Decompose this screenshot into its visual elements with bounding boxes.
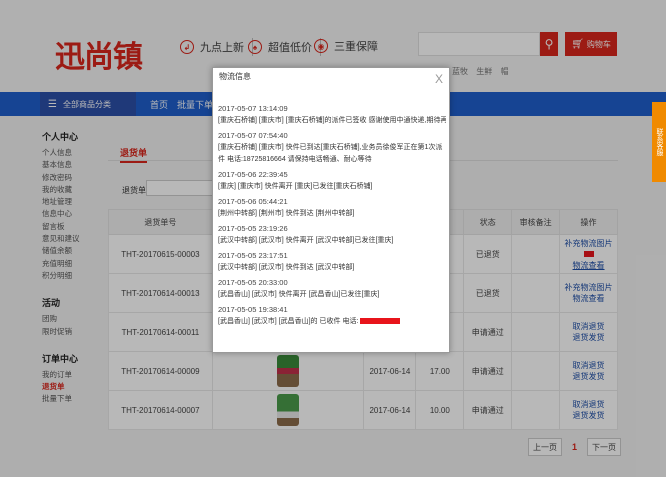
log-text: [武昌香山] [武汉市] 快件离开 [武昌香山]已发往[重庆] [218, 291, 380, 298]
logistics-log-list: 2017-05-07 13:14:09 [重庆石桥铺] [重庆市] [重庆石桥铺… [218, 102, 446, 330]
log-entry: 2017-05-06 22:39:45 [重庆] [重庆市] 快件离开 [重庆]… [218, 168, 446, 193]
log-time: 2017-05-05 19:38:41 [218, 305, 288, 314]
log-time: 2017-05-07 13:14:09 [218, 104, 288, 113]
log-text: [荆州中转部] [荆州市] 快件到达 [荆州中转部] [218, 210, 355, 217]
log-text: [武昌香山] [武汉市] [武昌香山]的 已收件 电话: [218, 318, 359, 325]
log-entry: 2017-05-05 23:19:26 [武汉中转部] [武汉市] 快件离开 [… [218, 222, 446, 247]
log-entry: 2017-05-05 20:33:00 [武昌香山] [武汉市] 快件离开 [武… [218, 276, 446, 301]
log-entry: 2017-05-07 13:14:09 [重庆石桥铺] [重庆市] [重庆石桥铺… [218, 102, 446, 127]
log-text: [重庆] [重庆市] 快件离开 [重庆]已发往[重庆石桥铺] [218, 183, 373, 190]
log-text: [重庆石桥铺] [重庆市] 快件已到达[重庆石桥铺],业务员徐俊军正在第1次派件… [218, 144, 443, 163]
log-text: [武汉中转部] [武汉市] 快件到达 [武汉中转部] [218, 264, 355, 271]
log-entry: 2017-05-07 07:54:40 [重庆石桥铺] [重庆市] 快件已到达[… [218, 129, 446, 166]
log-time: 2017-05-05 23:19:26 [218, 224, 288, 233]
logistics-modal: 物流信息 X 2017-05-07 13:14:09 [重庆石桥铺] [重庆市]… [212, 67, 450, 353]
log-time: 2017-05-06 05:44:21 [218, 197, 288, 206]
log-entry: 2017-05-05 23:17:51 [武汉中转部] [武汉市] 快件到达 [… [218, 249, 446, 274]
log-time: 2017-05-07 07:54:40 [218, 131, 288, 140]
redaction-mark [360, 318, 401, 325]
log-entry: 2017-05-06 05:44:21 [荆州中转部] [荆州市] 快件到达 [… [218, 195, 446, 220]
log-entry: 2017-05-05 19:38:41 [武昌香山] [武汉市] [武昌香山]的… [218, 303, 446, 328]
close-icon[interactable]: X [435, 72, 443, 86]
log-time: 2017-05-05 20:33:00 [218, 278, 288, 287]
log-text: [重庆石桥铺] [重庆市] [重庆石桥铺]的派件已签收 感谢使用中通快递,期待再… [218, 117, 446, 124]
log-text-with-redaction: [武昌香山] [武汉市] [武昌香山]的 已收件 电话: [218, 316, 446, 328]
log-time: 2017-05-05 23:17:51 [218, 251, 288, 260]
customer-service-tab[interactable]: 联系客服 [652, 102, 666, 182]
log-time: 2017-05-06 22:39:45 [218, 170, 288, 179]
modal-title: 物流信息 [219, 72, 251, 81]
log-text: [武汉中转部] [武汉市] 快件离开 [武汉中转部]已发往[重庆] [218, 237, 394, 244]
